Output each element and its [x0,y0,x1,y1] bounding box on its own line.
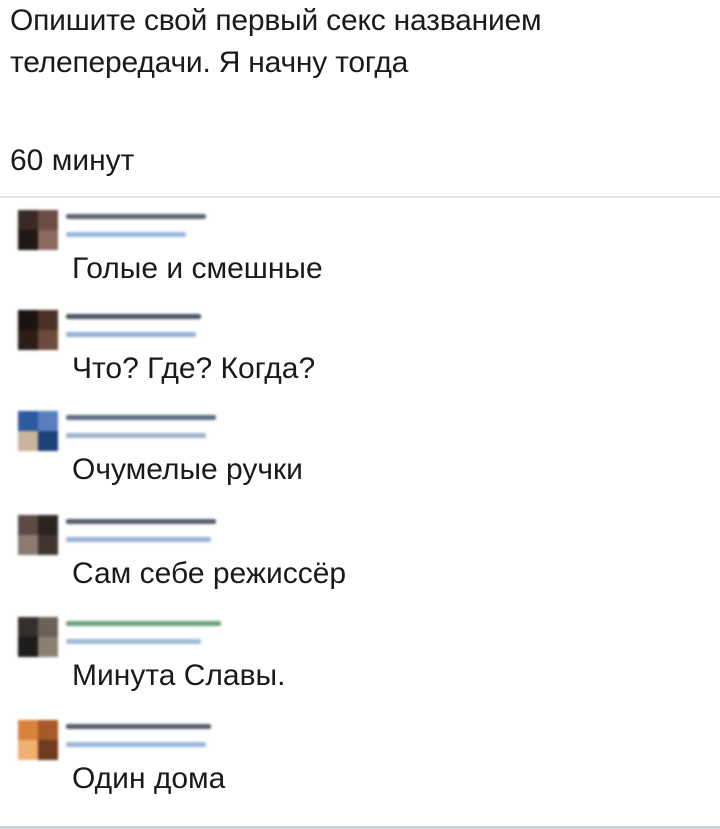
divider [0,196,720,198]
blurred-author-name[interactable] [66,621,221,626]
comment-text: Очумелые ручки [72,453,303,486]
comment-text: Что? Где? Когда? [72,352,316,385]
post-text: Опишите свой первый секс названием телеп… [10,4,542,79]
blurred-comment-meta [66,232,186,237]
avatar[interactable] [18,515,58,555]
comment-text: Голые и смешные [72,252,323,285]
reply-text: 60 минут [10,144,135,177]
avatar[interactable] [18,310,58,350]
blurred-comment-meta [66,332,196,337]
comment: Что? Где? Когда? [0,300,720,405]
comment: Один дома [0,710,720,815]
blurred-author-name[interactable] [66,519,216,524]
blurred-author-name[interactable] [66,415,216,420]
blurred-author-name[interactable] [66,314,201,319]
blurred-comment-meta [66,639,201,644]
comment-text: Один дома [72,762,226,795]
comment: Очумелые ручки [0,401,720,506]
comment-text: Минута Славы. [72,659,286,692]
avatar[interactable] [18,617,58,657]
blurred-author-name[interactable] [66,724,211,729]
avatar[interactable] [18,210,58,250]
avatar[interactable] [18,411,58,451]
blurred-comment-meta [66,742,206,747]
comment: Голые и смешные [0,200,720,305]
blurred-author-name[interactable] [66,214,206,219]
blurred-comment-meta [66,537,211,542]
avatar[interactable] [18,720,58,760]
comment-text: Сам себе режиссёр [72,557,347,590]
blurred-comment-meta [66,433,206,438]
comment: Сам себе режиссёр [0,505,720,610]
comment: Минута Славы. [0,607,720,712]
